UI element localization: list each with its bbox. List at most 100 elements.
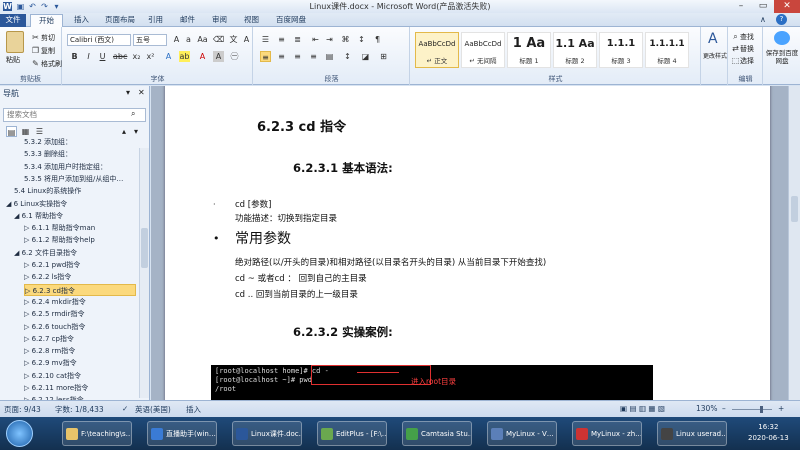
nav-heading-item[interactable]: ▷ 6.2.11 more指令 — [24, 382, 136, 394]
nav-heading-item[interactable]: ▷ 6.2.8 rm指令 — [24, 345, 136, 357]
nav-heading-item[interactable]: ▷ 6.2.5 rmdir指令 — [24, 308, 136, 320]
nav-heading-item[interactable]: 5.4 Linux的系统操作 — [14, 185, 136, 197]
document-scroll-thumb[interactable] — [791, 196, 798, 222]
redo-icon[interactable]: ↷ — [40, 2, 49, 11]
align-right-icon[interactable]: ≡ — [292, 51, 303, 62]
tab-references[interactable]: 引用 — [140, 14, 171, 27]
font-name-select[interactable]: Calibri (西文) — [67, 34, 131, 46]
taskbar-item[interactable]: Camtasia Stu… — [402, 421, 472, 446]
font-size-select[interactable]: 五号 — [133, 34, 167, 46]
document-scrollbar[interactable] — [788, 86, 800, 400]
nav-heading-item[interactable]: ◢ 6 Linux实操指令 — [6, 198, 136, 210]
copy-button[interactable]: ❐ 复制 — [30, 45, 55, 56]
paste-icon[interactable] — [6, 31, 24, 53]
change-case-icon[interactable]: Aa — [197, 34, 208, 45]
nav-scroll-thumb[interactable] — [141, 228, 148, 268]
taskbar-item[interactable]: EditPlus - [F:\… — [317, 421, 387, 446]
numbering-icon[interactable]: ≡ — [276, 34, 287, 45]
undo-icon[interactable]: ↶ — [28, 2, 37, 11]
multilevel-list-icon[interactable]: ≣ — [292, 34, 303, 45]
nav-heading-item[interactable]: ◢ 6.2 文件目录指令 — [14, 247, 136, 259]
replace-button[interactable]: ⇄替换 — [731, 43, 754, 54]
nav-heading-item[interactable]: 5.3.2 添加组： — [24, 136, 136, 148]
close-icon[interactable]: ✕ — [774, 0, 800, 13]
style-heading-2[interactable]: 1.1 Aa 标题 2 — [553, 32, 597, 68]
distribute-icon[interactable]: ▤ — [324, 51, 335, 62]
prev-heading-icon[interactable]: ▴ — [122, 127, 126, 136]
taskbar-item[interactable]: MyLinux - zh… — [572, 421, 642, 446]
nav-heading-item[interactable]: ▷ 6.1.2 帮助指令help — [24, 234, 136, 246]
grow-font-icon[interactable]: A — [171, 34, 182, 45]
tab-page-layout[interactable]: 页面布局 — [97, 14, 143, 27]
nav-scrollbar[interactable] — [139, 148, 149, 398]
insert-mode[interactable]: 插入 — [186, 404, 201, 415]
superscript-icon[interactable]: x² — [145, 51, 156, 62]
zoom-out-icon[interactable]: – — [722, 404, 726, 413]
nav-heading-item[interactable]: ▷ 6.2.1 pwd指令 — [24, 259, 136, 271]
search-icon[interactable]: ⌕ — [131, 109, 135, 119]
cloud-icon[interactable] — [774, 31, 790, 45]
decrease-indent-icon[interactable]: ⇤ — [310, 34, 321, 45]
select-button[interactable]: ⬚选择 — [731, 55, 754, 66]
bold-icon[interactable]: B — [69, 51, 80, 62]
headings-view-icon[interactable]: ▤ — [6, 126, 17, 137]
nav-heading-item[interactable]: 5.3.5 将用户添加到组/从组中… — [24, 173, 136, 185]
shading-icon[interactable]: ◪ — [360, 51, 371, 62]
format-painter-button[interactable]: ✎ 格式刷 — [30, 58, 62, 69]
align-left-icon[interactable]: ≡ — [260, 51, 271, 62]
style-normal[interactable]: AaBbCcDd ↵ 正文 — [415, 32, 459, 68]
change-styles-icon[interactable]: A — [708, 31, 718, 47]
nav-heading-item[interactable]: 5.3.4 添加用户时指定组： — [24, 161, 136, 173]
nav-heading-item[interactable]: ▷ 6.2.4 mkdir指令 — [24, 296, 136, 308]
nav-search-input[interactable]: 搜索文档 — [3, 108, 146, 122]
taskbar-item[interactable]: F:\teaching\s… — [62, 421, 132, 446]
style-heading-1[interactable]: 1 Aa 标题 1 — [507, 32, 551, 68]
cut-button[interactable]: ✂ 剪切 — [30, 32, 55, 43]
nav-options-icon[interactable]: ▾ — [126, 88, 130, 97]
pinyin-icon[interactable]: 文 — [228, 34, 239, 45]
zoom-slider[interactable] — [732, 409, 772, 410]
char-shading-icon[interactable]: A — [213, 51, 224, 62]
change-styles-button[interactable]: 更改样式 — [702, 53, 728, 61]
save-icon[interactable]: ▣ — [16, 2, 25, 11]
tab-baidu-netdisk[interactable]: 百度网盘 — [268, 14, 314, 27]
enclose-char-icon[interactable]: ㊀ — [229, 51, 240, 62]
start-button[interactable] — [6, 420, 33, 447]
language[interactable]: 英语(美国) — [135, 404, 171, 415]
underline-icon[interactable]: U — [97, 51, 108, 62]
sort-icon[interactable]: ↕ — [356, 34, 367, 45]
zoom-slider-thumb[interactable] — [760, 406, 763, 413]
taskbar-item[interactable]: Linux课件.doc… — [232, 421, 302, 446]
tab-view[interactable]: 视图 — [236, 14, 267, 27]
save-to-baidu-button[interactable]: 保存到百度网盘 — [764, 49, 800, 65]
word-count[interactable]: 字数: 1/8,433 — [55, 404, 104, 415]
tab-review[interactable]: 审阅 — [204, 14, 235, 27]
taskbar-item[interactable]: 直播助手(win… — [147, 421, 217, 446]
taskbar-item[interactable]: Linux userad… — [657, 421, 727, 446]
page-count[interactable]: 页面: 9/43 — [4, 404, 41, 415]
tab-insert[interactable]: 插入 — [66, 14, 97, 27]
bullets-icon[interactable]: ☰ — [260, 34, 271, 45]
strikethrough-icon[interactable]: abc — [113, 51, 127, 62]
paste-button[interactable]: 粘贴 — [6, 55, 20, 65]
nav-heading-item[interactable]: ▷ 6.2.9 mv指令 — [24, 357, 136, 369]
nav-heading-item[interactable]: ▷ 6.2.3 cd指令 — [24, 283, 136, 296]
nav-heading-item[interactable]: ▷ 6.2.10 cat指令 — [24, 370, 136, 382]
help-icon[interactable]: ? — [776, 14, 787, 25]
text-effects-icon[interactable]: A — [163, 51, 174, 62]
maximize-icon[interactable]: ▭ — [752, 0, 774, 13]
spellcheck-icon[interactable]: ✓ — [122, 404, 128, 413]
border-char-icon[interactable]: A — [241, 34, 252, 45]
borders-icon[interactable]: ⊞ — [378, 51, 389, 62]
zoom-in-icon[interactable]: + — [778, 404, 784, 413]
minimize-icon[interactable]: – — [730, 0, 752, 13]
subscript-icon[interactable]: x₂ — [131, 51, 142, 62]
system-clock[interactable]: 16:32 2020-06-13 — [748, 422, 789, 444]
tab-mailings[interactable]: 邮件 — [172, 14, 203, 27]
nav-heading-item[interactable]: ▷ 6.2.7 cp指令 — [24, 333, 136, 345]
tab-file[interactable]: 文件 — [0, 14, 26, 27]
chinese-layout-icon[interactable]: ⌘ — [340, 34, 351, 45]
italic-icon[interactable]: I — [83, 51, 94, 62]
document-page[interactable]: 6.2.3 cd 指令 6.2.3.1 基本语法: · cd [参数] 功能描述… — [165, 86, 770, 400]
tab-home[interactable]: 开始 — [30, 14, 63, 28]
